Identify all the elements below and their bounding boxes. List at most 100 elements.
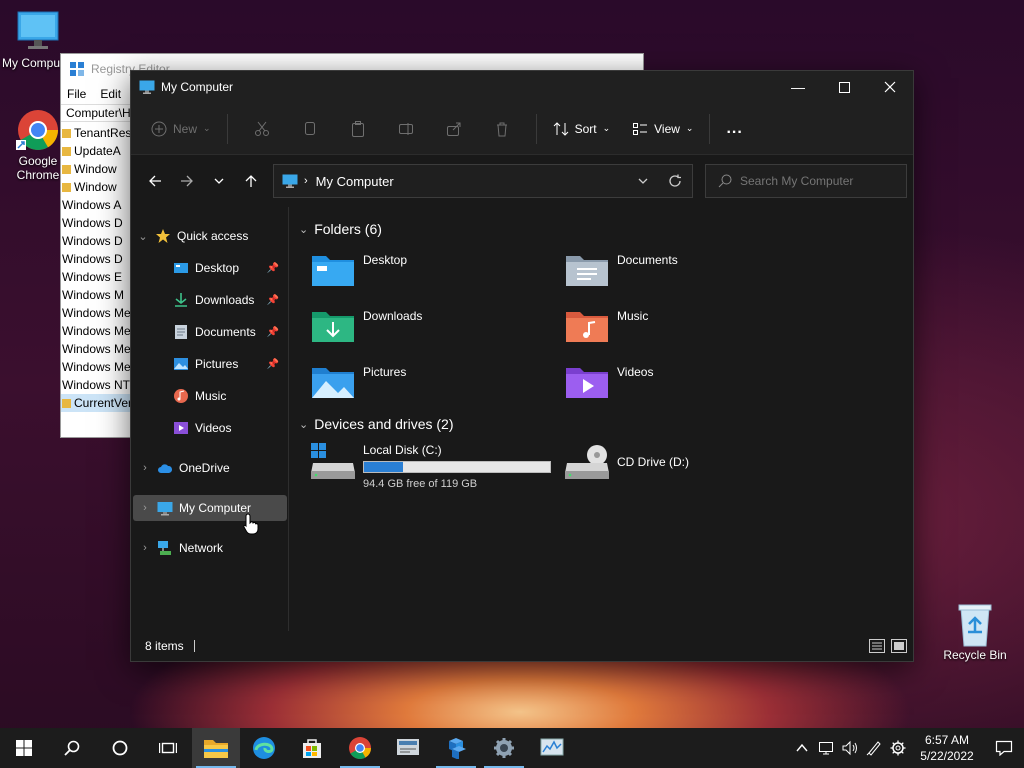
recent-locations-button[interactable] — [203, 166, 235, 196]
drive-usage-bar — [363, 461, 551, 473]
nav-item-pictures[interactable]: Pictures 📌 — [167, 351, 287, 377]
folder-documents[interactable]: Documents — [565, 251, 678, 287]
volume-tray-button[interactable] — [838, 728, 862, 768]
search-input[interactable] — [740, 174, 890, 188]
copy-button[interactable] — [286, 113, 334, 145]
taskbar-chrome[interactable] — [336, 728, 384, 768]
pin-icon: 📌 — [266, 262, 279, 274]
settings-tray-button[interactable] — [886, 728, 910, 768]
search-button[interactable] — [48, 728, 96, 768]
desktop-icon-recycle-bin[interactable]: Recycle Bin — [937, 602, 1013, 662]
show-hidden-icons-button[interactable] — [790, 728, 814, 768]
registry-menu-edit[interactable]: Edit — [100, 87, 121, 101]
documents-folder-icon — [566, 256, 608, 286]
taskbar-resource-monitor[interactable] — [528, 728, 576, 768]
monitor-icon — [16, 10, 60, 54]
task-view-button[interactable] — [144, 728, 192, 768]
nav-onedrive[interactable]: › OneDrive — [139, 455, 285, 481]
folder-music[interactable]: Music — [565, 307, 648, 343]
paste-button[interactable] — [334, 113, 382, 145]
nav-item-documents[interactable]: Documents 📌 — [167, 319, 287, 345]
monitor-chart-icon — [540, 738, 564, 756]
command-bar: New ⌄ Sort ⌄ View ⌄ ... — [131, 103, 913, 155]
up-button[interactable] — [235, 166, 267, 196]
folder-label: Pictures — [363, 365, 407, 379]
large-icons-view-button[interactable] — [891, 639, 907, 653]
taskbar-registry-editor[interactable] — [432, 728, 480, 768]
cortana-button[interactable] — [96, 728, 144, 768]
sort-button[interactable]: Sort ⌄ — [547, 113, 617, 145]
plus-circle-icon — [151, 121, 167, 136]
search-box[interactable] — [705, 164, 907, 198]
clock-date: 5/22/2022 — [920, 749, 974, 763]
taskbar-edge[interactable] — [240, 728, 288, 768]
taskbar-settings[interactable] — [480, 728, 528, 768]
refresh-button[interactable] — [658, 174, 692, 188]
new-button[interactable]: New ⌄ — [145, 113, 217, 145]
taskbar: 6:57 AM 5/22/2022 — [0, 728, 1024, 768]
store-bag-icon — [303, 739, 321, 758]
taskbar-control-panel[interactable] — [384, 728, 432, 768]
breadcrumb[interactable]: My Computer — [316, 174, 628, 189]
nav-item-downloads[interactable]: Downloads 📌 — [167, 287, 287, 313]
monitor-icon — [139, 80, 155, 94]
nav-item-desktop[interactable]: Desktop 📌 — [167, 255, 287, 281]
nav-label: Quick access — [177, 229, 249, 243]
explorer-window[interactable]: My Computer — New ⌄ Sort ⌄ View ⌄ ... › … — [130, 70, 914, 662]
details-view-icon — [869, 639, 885, 653]
nav-quick-access[interactable]: ⌄ Quick access — [137, 223, 283, 249]
desktop-icon-label: Recycle Bin — [943, 648, 1007, 662]
folder-videos[interactable]: Videos — [565, 363, 653, 399]
registry-menu-file[interactable]: File — [67, 87, 86, 101]
drive-cd-d[interactable]: CD Drive (D:) — [565, 443, 689, 479]
folder-label: Documents — [617, 253, 678, 267]
maximize-button[interactable] — [821, 71, 867, 103]
network-tray-button[interactable] — [814, 728, 838, 768]
minimize-button[interactable]: — — [775, 71, 821, 103]
drives-group-header[interactable]: ⌄ Devices and drives (2) — [299, 416, 454, 432]
music-icon — [174, 389, 188, 403]
arrow-up-icon — [245, 175, 257, 187]
taskbar-file-explorer[interactable] — [192, 728, 240, 768]
folder-downloads[interactable]: Downloads — [311, 307, 422, 343]
nav-label: Videos — [195, 421, 232, 435]
close-icon — [884, 81, 896, 93]
folder-desktop[interactable]: Desktop — [311, 251, 407, 287]
star-icon — [156, 229, 170, 243]
folder-pictures[interactable]: Pictures — [311, 363, 406, 399]
pen-tray-button[interactable] — [862, 728, 886, 768]
nav-my-computer[interactable]: › My Computer — [133, 495, 287, 521]
more-options-button[interactable]: ... — [720, 113, 748, 145]
monitor-icon — [282, 174, 298, 188]
address-bar[interactable]: › My Computer — [273, 164, 693, 198]
clock[interactable]: 6:57 AM 5/22/2022 — [910, 732, 984, 764]
forward-button[interactable] — [171, 166, 203, 196]
drive-label: Local Disk (C:) — [363, 443, 442, 457]
explorer-body: ⌄ Quick access Desktop 📌 Downloads 📌 Doc… — [131, 207, 913, 631]
window-title: My Computer — [161, 80, 234, 94]
explorer-title-bar[interactable]: My Computer — — [131, 71, 913, 103]
item-count: 8 items — [145, 639, 184, 653]
close-button[interactable] — [867, 71, 913, 103]
nav-item-videos[interactable]: Videos — [167, 415, 287, 441]
chevron-down-icon: ⌄ — [203, 123, 211, 133]
search-icon — [64, 740, 80, 756]
nav-network[interactable]: › Network — [139, 535, 285, 561]
view-button[interactable]: View ⌄ — [626, 113, 699, 145]
cut-button[interactable] — [238, 113, 286, 145]
delete-button[interactable] — [478, 113, 526, 145]
details-view-button[interactable] — [869, 639, 885, 653]
folders-group-header[interactable]: ⌄ Folders (6) — [299, 221, 382, 237]
pictures-folder-icon — [312, 368, 354, 398]
drive-local-disk-c[interactable]: Local Disk (C:) 94.4 GB free of 119 GB — [311, 443, 551, 490]
start-button[interactable] — [0, 728, 48, 768]
rename-button[interactable] — [382, 113, 430, 145]
address-dropdown-button[interactable] — [628, 175, 658, 187]
taskbar-store[interactable] — [288, 728, 336, 768]
share-button[interactable] — [430, 113, 478, 145]
back-button[interactable] — [139, 166, 171, 196]
nav-item-music[interactable]: Music — [167, 383, 287, 409]
chevron-down-icon — [214, 178, 224, 184]
notification-center-button[interactable] — [984, 728, 1024, 768]
chevron-up-icon — [796, 743, 808, 752]
